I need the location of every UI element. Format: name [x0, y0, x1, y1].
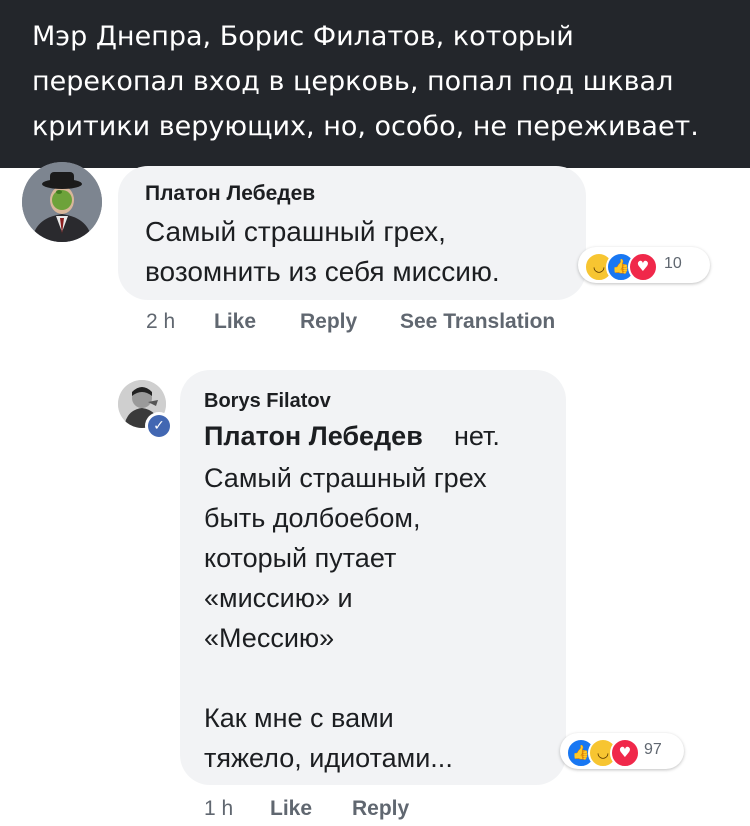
comment-author[interactable]: Платон Лебедев	[145, 182, 315, 206]
avatar-image	[22, 162, 102, 242]
reaction-count: 10	[664, 255, 682, 272]
caption-line-3: критики верующих, но, особо, не пережива…	[32, 111, 699, 142]
comment-reactions[interactable]: ◡ 👍 ♥ 10	[578, 247, 710, 283]
reaction-count: 97	[644, 741, 662, 758]
see-translation-link[interactable]: See Translation	[400, 310, 555, 334]
reply-mention[interactable]: Платон Лебедев	[204, 421, 423, 452]
reply-author[interactable]: Borys Filatov	[204, 390, 331, 413]
caption-banner: Мэр Днепра, Борис Филатов, который перек…	[0, 0, 750, 168]
avatar[interactable]	[22, 162, 102, 242]
verified-badge-icon: ✓	[148, 415, 170, 437]
reply-text: Самый страшный грех быть долбоебом, кото…	[204, 463, 487, 773]
caption-line-1: Мэр Днепра, Борис Филатов, который	[32, 21, 574, 52]
love-reaction-icon: ♥	[610, 738, 640, 768]
caption-line-2: перекопал вход в церковь, попал под шква…	[32, 66, 674, 97]
like-button[interactable]: Like	[270, 797, 312, 821]
love-reaction-icon: ♥	[628, 252, 658, 282]
comment-text: Самый страшный грех, возомнить из себя м…	[145, 216, 500, 287]
reply-mention-rest: нет.	[454, 421, 500, 451]
comment-timestamp: 2 h	[146, 310, 176, 333]
caption-text: Мэр Днепра, Борис Филатов, который перек…	[32, 14, 732, 149]
verified-badge: ✓	[145, 412, 173, 440]
reply-timestamp: 1 h	[204, 797, 234, 820]
reply-reactions[interactable]: 👍 ◡ ♥ 97	[560, 733, 684, 769]
reply-button[interactable]: Reply	[300, 310, 357, 334]
like-button[interactable]: Like	[214, 310, 256, 334]
reply-button[interactable]: Reply	[352, 797, 409, 821]
